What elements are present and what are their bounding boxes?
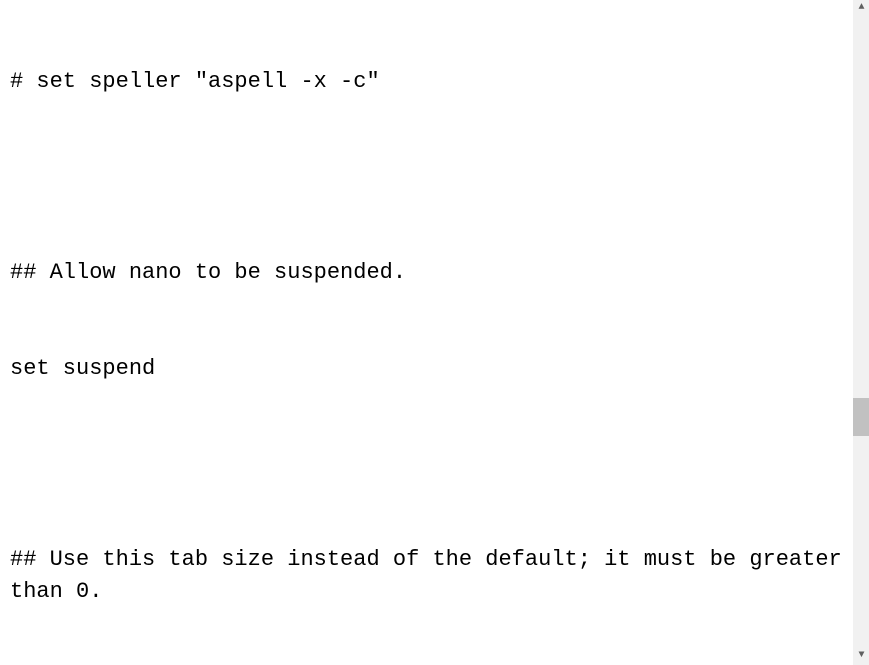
- code-line: set suspend: [10, 353, 844, 385]
- editor-viewport: # set speller "aspell -x -c" ## Allow na…: [0, 0, 869, 665]
- blank-line: [10, 448, 844, 480]
- code-line: # set speller "aspell -x -c": [10, 66, 844, 98]
- code-line: ## Use this tab size instead of the defa…: [10, 544, 844, 608]
- code-content[interactable]: # set speller "aspell -x -c" ## Allow na…: [0, 0, 852, 665]
- scroll-down-arrow-icon[interactable]: ▼: [853, 648, 869, 665]
- blank-line: [10, 161, 844, 193]
- code-line: ## Allow nano to be suspended.: [10, 257, 844, 289]
- scroll-up-arrow-icon[interactable]: ▲: [853, 0, 869, 17]
- vertical-scrollbar[interactable]: ▲ ▼: [852, 0, 869, 665]
- scrollbar-thumb[interactable]: [853, 398, 869, 436]
